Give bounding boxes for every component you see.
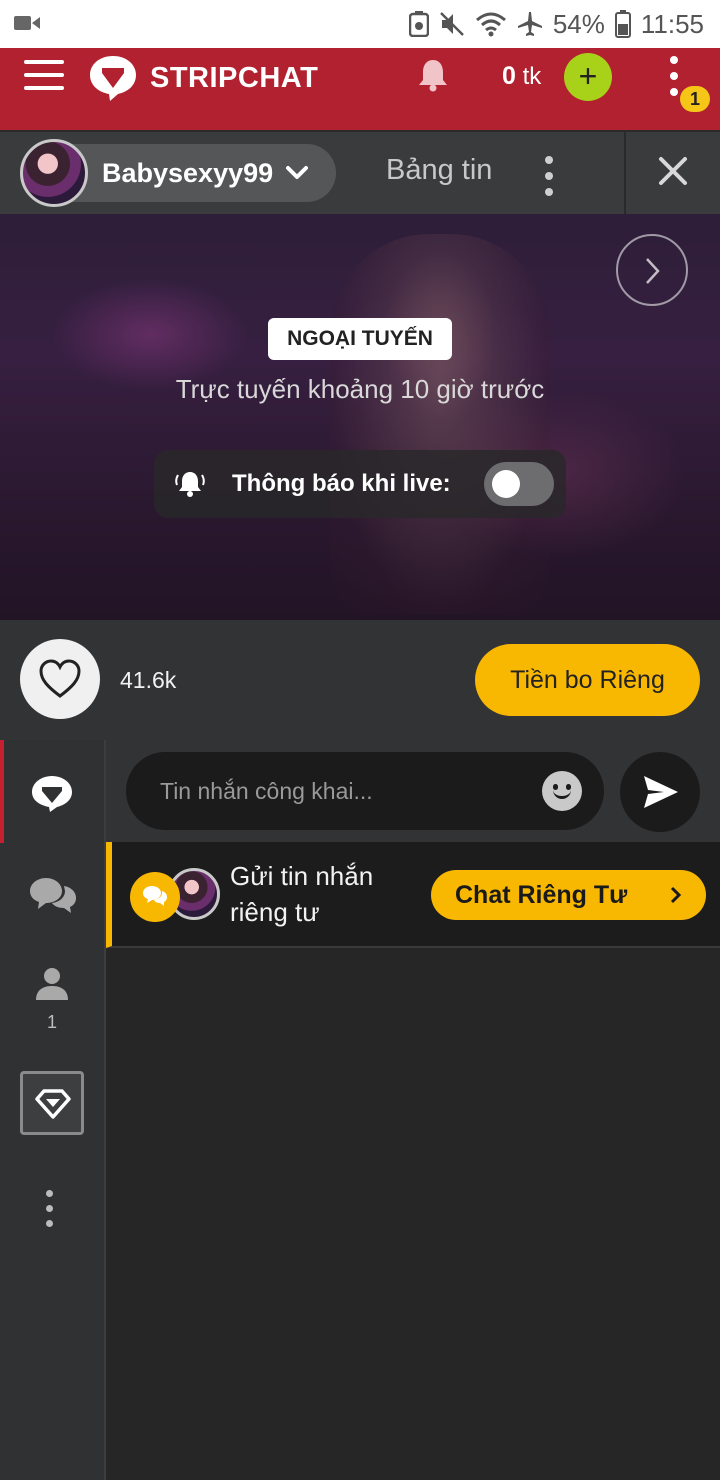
- battery-percent: 54%: [552, 8, 605, 39]
- public-message-input[interactable]: [126, 752, 604, 830]
- chat-side-rail: 1: [0, 740, 106, 1480]
- notification-badge: 1: [680, 86, 710, 112]
- logo-icon: [90, 56, 136, 101]
- model-header: Babysexyy99 Bảng tin: [0, 130, 720, 214]
- token-value: 0: [502, 62, 516, 90]
- chat-composer: [106, 740, 720, 842]
- private-message-banner: Gửi tin nhắn riêng tư Chat Riêng Tư: [106, 842, 720, 948]
- private-tip-button[interactable]: Tiền bo Riêng: [475, 644, 700, 716]
- chevron-right-icon: [670, 886, 682, 904]
- send-icon: [644, 776, 678, 808]
- close-icon: [659, 157, 687, 185]
- bell-ring-icon: [175, 472, 205, 497]
- diamond-icon: [35, 1089, 71, 1119]
- chevron-right-icon: [646, 258, 660, 284]
- battery-icon: [614, 10, 631, 38]
- next-model-button[interactable]: [616, 234, 688, 306]
- video-overlay: [0, 214, 720, 620]
- private-chat-button[interactable]: Chat Riêng Tư: [431, 870, 706, 920]
- active-tab-indicator: [0, 740, 4, 843]
- chevron-down-icon: [286, 166, 309, 179]
- users-icon[interactable]: [34, 966, 70, 1002]
- heart-icon: [39, 659, 81, 698]
- mute-icon: [439, 12, 464, 36]
- menu-icon[interactable]: [24, 60, 64, 92]
- recycle-icon: [408, 11, 429, 37]
- model-selector[interactable]: Babysexyy99: [20, 139, 336, 207]
- chat-messages-area[interactable]: [106, 948, 720, 1480]
- private-chat-button-label: Chat Riêng Tư: [455, 881, 628, 909]
- public-chat-icon[interactable]: [30, 774, 74, 812]
- notify-label: Thông báo khi live:: [232, 470, 451, 497]
- close-button[interactable]: [624, 132, 720, 214]
- brand-name: STRIPCHAT: [150, 61, 319, 94]
- emoji-icon[interactable]: [542, 771, 582, 811]
- live-notification-toggle-row: Thông báo khi live:: [154, 450, 566, 518]
- model-avatar: [20, 139, 88, 207]
- buy-tokens-button[interactable]: +: [564, 53, 612, 101]
- users-count: 1: [46, 1012, 57, 1032]
- model-more-icon[interactable]: [545, 156, 553, 204]
- like-button[interactable]: [20, 639, 100, 719]
- ultimate-button[interactable]: [20, 1071, 84, 1135]
- token-balance[interactable]: 0 tk: [502, 62, 541, 91]
- airplane-icon: [517, 12, 542, 36]
- notify-toggle[interactable]: [484, 462, 554, 506]
- video-camera-icon: [14, 16, 40, 30]
- clock: 11:55: [640, 8, 704, 39]
- private-chat-badge-icon: [130, 872, 180, 922]
- rail-more-icon[interactable]: [46, 1190, 53, 1235]
- tab-feed[interactable]: Bảng tin: [386, 154, 492, 187]
- token-unit: tk: [522, 63, 542, 90]
- more-menu-icon[interactable]: [666, 56, 682, 100]
- pm-prompt: Gửi tin nhắn riêng tư: [230, 861, 374, 927]
- model-name: Babysexyy99: [102, 157, 274, 188]
- bell-icon[interactable]: [417, 58, 449, 92]
- offline-badge: NGOẠI TUYẾN: [268, 318, 452, 360]
- action-row: 41.6k Tiền bo Riêng: [0, 620, 720, 740]
- stripchat-logo[interactable]: STRIPCHAT: [88, 54, 318, 102]
- like-count: 41.6k: [120, 667, 177, 693]
- wifi-icon: [475, 12, 506, 37]
- send-button[interactable]: [620, 752, 700, 832]
- video-preview[interactable]: NGOẠI TUYẾN Trực tuyến khoảng 10 giờ trư…: [0, 214, 720, 620]
- private-chats-icon[interactable]: [28, 876, 78, 914]
- last-online-text: Trực tuyến khoảng 10 giờ trước: [175, 374, 545, 404]
- status-bar: 54% 11:55: [0, 0, 720, 48]
- app-bar: STRIPCHAT 0 tk + 1: [0, 48, 720, 130]
